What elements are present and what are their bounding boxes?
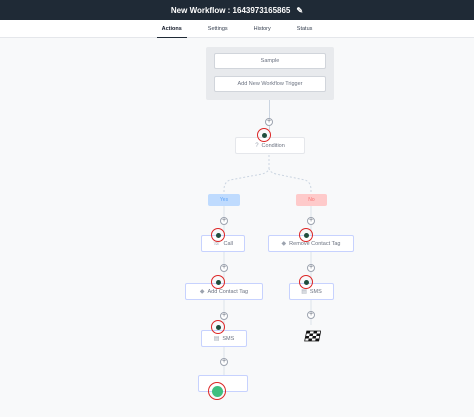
add-step-plus-icon[interactable]: + [307, 217, 315, 225]
node-label: SMS [222, 335, 235, 342]
add-step-plus-icon[interactable]: + [220, 217, 228, 225]
add-step-plus-icon[interactable]: + [220, 312, 228, 320]
yes-branch-label: Yes [208, 194, 240, 206]
node-label: Add Contact Tag [207, 288, 249, 295]
checkered-flag-icon [303, 330, 322, 344]
add-step-plus-icon[interactable]: + [220, 264, 228, 272]
highlight-marker [299, 275, 313, 289]
no-branch-label: No [296, 194, 327, 206]
highlight-marker [211, 320, 225, 334]
add-step-plus-icon[interactable]: + [307, 311, 315, 319]
node-label: Call [223, 240, 233, 247]
add-step-plus-icon[interactable]: + [220, 358, 228, 366]
add-step-plus-icon[interactable]: + [265, 118, 273, 126]
highlight-marker [208, 382, 226, 400]
chat-icon: ▤ [301, 289, 307, 295]
condition-node[interactable]: ? Condition [235, 137, 305, 154]
add-step-plus-icon[interactable]: + [307, 264, 315, 272]
trigger-panel: Sample Add New Workflow Trigger [206, 47, 334, 100]
highlight-marker [211, 275, 225, 289]
node-label: SMS [309, 288, 322, 295]
sample-trigger[interactable]: Sample [214, 53, 326, 69]
add-trigger-button[interactable]: Add New Workflow Trigger [214, 76, 326, 92]
chat-icon: ▤ [213, 336, 220, 342]
tag-icon: ◆ [281, 241, 287, 247]
tag-icon: ◆ [199, 289, 205, 295]
node-label: Remove Contact Tag [289, 240, 341, 247]
highlight-marker [299, 228, 313, 242]
question-circle-icon: ? [255, 142, 259, 149]
highlight-marker [257, 128, 271, 142]
sms-action-node[interactable]: ▤ SMS [201, 330, 247, 347]
condition-label: Condition [261, 142, 285, 149]
highlight-marker [211, 228, 225, 242]
